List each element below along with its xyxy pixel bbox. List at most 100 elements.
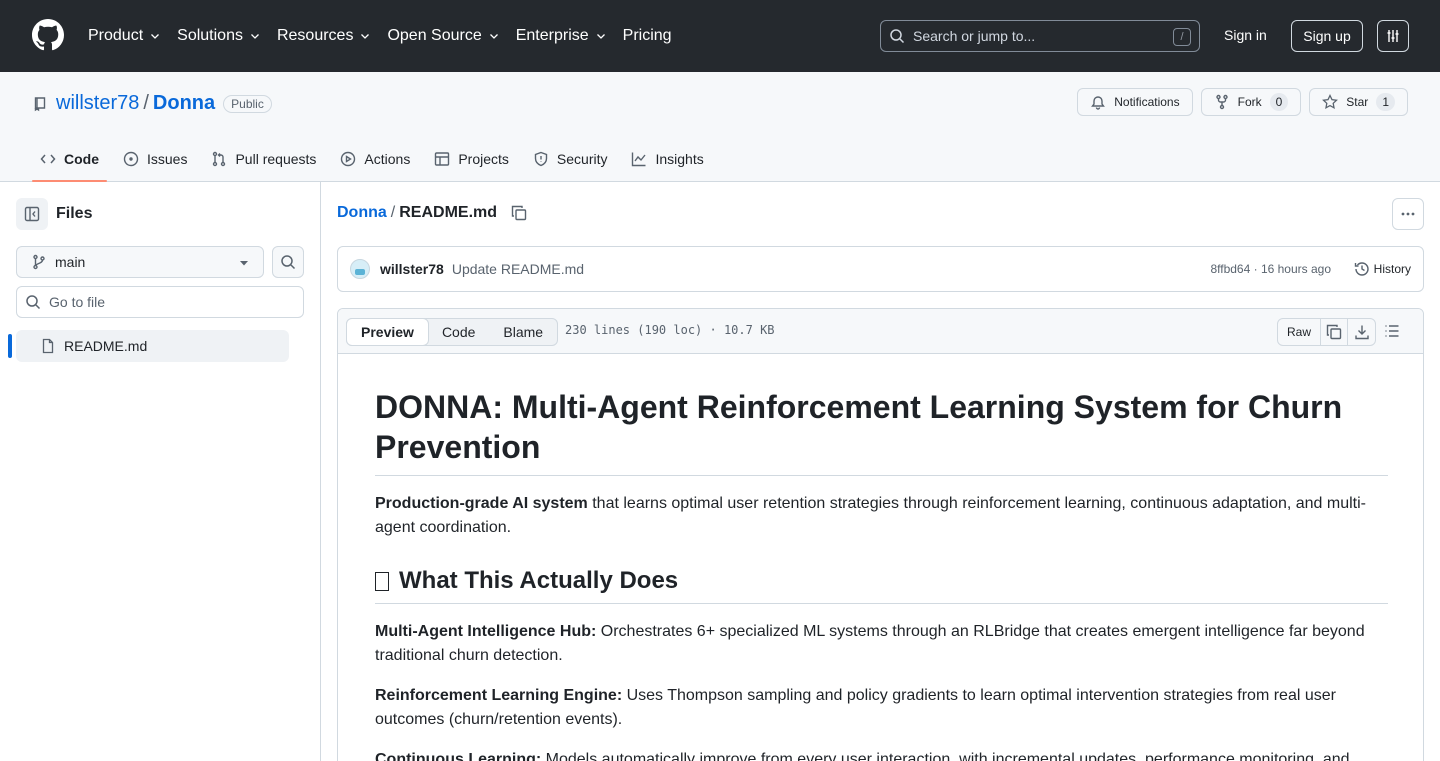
commit-author-link[interactable]: willster78: [380, 261, 444, 277]
breadcrumb: Donna / README.md: [337, 204, 527, 222]
section-heading: What This Actually Does: [375, 566, 1388, 604]
tab-security[interactable]: Security: [525, 140, 616, 178]
file-tree-sidebar: Files main Go to file README.md: [0, 182, 321, 761]
files-header: Files: [16, 198, 92, 230]
collapse-sidebar-button[interactable]: [16, 198, 48, 230]
file-info: 230 lines (190 loc) · 10.7 KB: [565, 323, 775, 337]
bell-icon: [1091, 96, 1106, 110]
readme-intro: Production-grade AI system that learns o…: [375, 492, 1388, 540]
fork-count: 0: [1269, 93, 1289, 111]
tab-actions[interactable]: Actions: [332, 140, 418, 178]
caret-down-icon: [240, 261, 248, 266]
table-icon: [435, 152, 450, 166]
shield-icon: [534, 151, 548, 167]
search-placeholder: Search or jump to...: [913, 28, 1036, 44]
branch-selector[interactable]: main: [16, 246, 264, 278]
files-title: Files: [56, 205, 93, 222]
feature-paragraph: Multi-Agent Intelligence Hub: Orchestrat…: [375, 620, 1388, 668]
tree-item-label: README.md: [64, 338, 148, 354]
file-viewer: Preview Code Blame 230 lines (190 loc) ·…: [337, 308, 1424, 761]
go-to-file-input[interactable]: Go to file: [16, 286, 304, 318]
download-button[interactable]: [1348, 319, 1375, 345]
issue-icon: [123, 151, 139, 167]
file-search-button[interactable]: [272, 246, 304, 278]
feature-bold: Continuous Learning:: [375, 751, 542, 761]
fork-button[interactable]: Fork 0: [1200, 88, 1302, 116]
repo-owner-link[interactable]: willster78: [56, 92, 139, 115]
tab-code-view[interactable]: Code: [428, 319, 489, 345]
nav-pricing[interactable]: Pricing: [623, 27, 672, 45]
kebab-horizontal-icon: [1401, 212, 1415, 216]
avatar[interactable]: [350, 259, 370, 279]
global-header: Product Solutions Resources Open Source …: [0, 0, 1440, 72]
notifications-button[interactable]: Notifications: [1077, 88, 1193, 116]
star-label: Star: [1346, 95, 1369, 109]
latest-commit-bar: willster78 Update README.md 8ffbd64 · 16…: [337, 246, 1424, 292]
code-icon: [40, 154, 56, 164]
sign-up-button[interactable]: Sign up: [1291, 20, 1363, 52]
nav-enterprise[interactable]: Enterprise: [516, 27, 607, 45]
copy-raw-button[interactable]: [1321, 319, 1349, 345]
chevron-down-icon: [151, 34, 160, 39]
search-icon: [26, 295, 41, 310]
tab-pull-requests[interactable]: Pull requests: [203, 140, 324, 178]
history-label: History: [1373, 262, 1411, 276]
nav-solutions[interactable]: Solutions: [177, 27, 261, 45]
feature-bold: Multi-Agent Intelligence Hub:: [375, 623, 597, 640]
search-input[interactable]: Search or jump to... /: [880, 20, 1200, 52]
top-navigation: Product Solutions Resources Open Source …: [88, 0, 688, 72]
tab-pull-requests-label: Pull requests: [235, 151, 317, 167]
more-options-button[interactable]: [1392, 198, 1424, 230]
tab-issues-label: Issues: [147, 151, 188, 167]
nav-solutions-label: Solutions: [177, 27, 243, 44]
repo-header: willster78 / Donna Public Notifications …: [0, 72, 1440, 182]
sidebar-collapse-icon: [24, 206, 40, 222]
active-file-marker: [8, 334, 12, 358]
go-to-file-placeholder: Go to file: [49, 294, 106, 310]
search-shortcut-key: /: [1173, 28, 1191, 46]
tab-actions-label: Actions: [364, 151, 411, 167]
nav-product[interactable]: Product: [88, 27, 161, 45]
chevron-down-icon: [596, 34, 605, 39]
commit-meta[interactable]: 8ffbd64 · 16 hours ago: [1210, 262, 1331, 276]
history-button[interactable]: History: [1354, 261, 1411, 277]
nav-open-source[interactable]: Open Source: [387, 27, 499, 45]
tab-insights[interactable]: Insights: [623, 140, 711, 178]
feature-text: Models automatically improve from every …: [541, 751, 1350, 761]
github-logo-icon[interactable]: [32, 19, 64, 51]
nav-pricing-label: Pricing: [622, 27, 672, 44]
search-icon: [890, 29, 905, 44]
nav-resources[interactable]: Resources: [277, 27, 371, 45]
raw-button[interactable]: Raw: [1278, 319, 1322, 345]
breadcrumb-repo-link[interactable]: Donna: [337, 204, 387, 222]
tab-projects-label: Projects: [458, 151, 509, 167]
tab-blame[interactable]: Blame: [489, 319, 557, 345]
readme-content: DONNA: Multi-Agent Reinforcement Learnin…: [375, 387, 1388, 761]
star-button[interactable]: Star 1: [1309, 88, 1408, 116]
graph-icon: [632, 152, 647, 167]
tab-preview[interactable]: Preview: [346, 318, 429, 346]
git-branch-icon: [33, 254, 45, 270]
outline-list-icon[interactable]: [1384, 323, 1400, 339]
history-icon: [1354, 262, 1369, 276]
chevron-down-icon: [489, 34, 498, 39]
file-toolbar: Preview Code Blame 230 lines (190 loc) ·…: [338, 309, 1423, 354]
repo-actions: Notifications Fork 0 Star 1: [1069, 88, 1408, 116]
sliders-icon: [1387, 30, 1399, 42]
tree-item-readme[interactable]: README.md: [16, 330, 289, 362]
tab-code[interactable]: Code: [32, 140, 107, 182]
raw-actions: Raw: [1277, 318, 1377, 346]
tab-projects[interactable]: Projects: [426, 140, 517, 178]
sign-in-link[interactable]: Sign in: [1224, 27, 1267, 43]
nav-enterprise-label: Enterprise: [515, 27, 589, 44]
commit-message-link[interactable]: Update README.md: [452, 261, 584, 277]
tab-code-label: Code: [64, 151, 99, 167]
tab-issues[interactable]: Issues: [115, 140, 195, 178]
menu-button[interactable]: [1377, 20, 1409, 52]
fork-icon: [1215, 94, 1228, 110]
tab-security-label: Security: [556, 151, 608, 167]
play-circle-icon: [341, 151, 356, 167]
feature-paragraph: Reinforcement Learning Engine: Uses Thom…: [375, 684, 1388, 732]
repo-name-link[interactable]: Donna: [153, 92, 215, 115]
copy-path-icon[interactable]: [511, 205, 527, 221]
